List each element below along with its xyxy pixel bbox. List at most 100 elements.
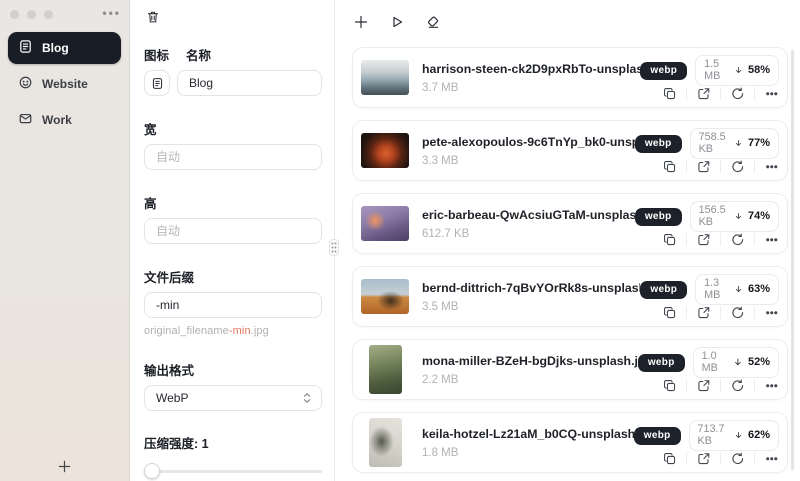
scrollbar[interactable]: [791, 50, 794, 470]
file-meta: bernd-dittrich-7qBvYOrRk8s-unsplash.jpg …: [422, 281, 640, 313]
sidebar-item-blog[interactable]: Blog: [8, 32, 121, 64]
divider: [720, 160, 721, 173]
thumbnail-slot: [360, 133, 410, 168]
sidebar-more-icon[interactable]: •••: [102, 6, 121, 20]
copy-button[interactable]: [662, 232, 677, 247]
divider: [720, 233, 721, 246]
copy-icon: [663, 233, 675, 245]
reduction-percent: 77%: [747, 137, 770, 149]
open-external-button[interactable]: [696, 232, 711, 247]
more-options-button[interactable]: [764, 86, 779, 101]
file-meta: pete-alexopoulos-9c6TnYp_bk0-unsplas... …: [422, 135, 635, 167]
copy-button[interactable]: [662, 159, 677, 174]
document-icon: [18, 39, 33, 57]
file-row[interactable]: harrison-steen-ck2D9pxRbTo-unsplash.jpg …: [352, 47, 788, 108]
down-arrow-icon: [735, 431, 741, 438]
more-options-button[interactable]: [764, 159, 779, 174]
output-format-select[interactable]: WebP: [144, 385, 322, 411]
open-external-button[interactable]: [696, 305, 711, 320]
result-size-pill: 1.0 MB 52%: [692, 347, 779, 378]
delete-preset-button[interactable]: [144, 8, 162, 26]
more-icon: [765, 456, 778, 461]
app-window: ••• Blog Website Work 图标 名称 Blog 宽 自动 高 …: [0, 0, 800, 481]
file-result: webp 713.7 KB 62%: [633, 419, 779, 466]
reduction-percent: 63%: [747, 283, 770, 295]
height-field[interactable]: [144, 218, 322, 244]
open-external-icon: [698, 160, 710, 172]
open-external-button[interactable]: [696, 378, 711, 393]
reprocess-button[interactable]: [730, 451, 745, 466]
file-original-size: 3.5 MB: [422, 300, 459, 313]
file-row[interactable]: mona-miller-BZeH-bgDjks-unsplash.jpg 2.2…: [352, 339, 788, 400]
slider-knob[interactable]: [144, 463, 160, 479]
badge-row: webp 713.7 KB 62%: [633, 420, 779, 451]
add-files-button[interactable]: [352, 13, 369, 30]
sidebar-nav: Blog Website Work: [8, 32, 121, 136]
open-external-button[interactable]: [696, 451, 711, 466]
divider: [754, 233, 755, 246]
file-original-size: 3.3 MB: [422, 154, 459, 167]
close-window-button[interactable]: [10, 10, 19, 19]
refresh-icon: [732, 379, 743, 391]
more-options-button[interactable]: [764, 232, 779, 247]
reprocess-button[interactable]: [730, 378, 745, 393]
format-badge: webp: [634, 207, 682, 226]
file-name: eric-barbeau-QwAcsiuGTaM-unsplash.jpg: [422, 207, 635, 222]
file-new-size: 156.5 KB: [698, 204, 726, 228]
file-row[interactable]: eric-barbeau-QwAcsiuGTaM-unsplash.jpg 61…: [352, 193, 788, 254]
divider: [720, 87, 721, 100]
copy-button[interactable]: [662, 305, 677, 320]
file-thumbnail: [361, 133, 409, 168]
down-arrow-icon: [736, 139, 742, 146]
plus-icon: [354, 15, 367, 28]
reprocess-button[interactable]: [730, 232, 745, 247]
slider-track: [144, 470, 322, 473]
suffix-field-label: 文件后缀: [144, 271, 195, 285]
thumbnail-slot: [360, 60, 410, 95]
file-result: webp 1.5 MB 58%: [640, 54, 779, 101]
sidebar-item-label: Work: [42, 113, 72, 127]
preset-icon-picker-button[interactable]: [144, 70, 170, 96]
width-field[interactable]: [144, 144, 322, 170]
copy-icon: [663, 306, 675, 318]
more-icon: [765, 164, 778, 169]
file-name: bernd-dittrich-7qBvYOrRk8s-unsplash.jpg: [422, 280, 640, 295]
refresh-icon: [732, 233, 743, 245]
run-compression-button[interactable]: [388, 13, 405, 30]
panel-resize-handle[interactable]: [329, 239, 339, 256]
minimize-window-button[interactable]: [27, 10, 36, 19]
copy-button[interactable]: [662, 86, 677, 101]
more-options-button[interactable]: [764, 378, 779, 393]
zoom-window-button[interactable]: [44, 10, 53, 19]
open-external-button[interactable]: [696, 86, 711, 101]
reduction-percent: 52%: [747, 356, 770, 368]
add-preset-button[interactable]: [54, 455, 76, 477]
reduction-percent: 62%: [747, 429, 770, 441]
sidebar-item-website[interactable]: Website: [8, 68, 121, 100]
suffix-preview: original_filename-min.jpg: [144, 325, 269, 337]
open-external-button[interactable]: [696, 159, 711, 174]
reprocess-button[interactable]: [730, 159, 745, 174]
refresh-icon: [732, 306, 743, 318]
copy-button[interactable]: [662, 378, 677, 393]
format-badge: webp: [640, 280, 688, 299]
more-options-button[interactable]: [764, 451, 779, 466]
more-icon: [765, 310, 778, 315]
file-row[interactable]: keila-hotzel-Lz21aM_b0CQ-unsplash.jpg 1.…: [352, 412, 788, 473]
clear-list-button[interactable]: [424, 13, 441, 30]
suffix-field[interactable]: [144, 292, 322, 318]
reprocess-button[interactable]: [730, 86, 745, 101]
divider: [754, 379, 755, 392]
refresh-icon: [732, 452, 743, 464]
thumbnail-slot: [360, 418, 410, 467]
file-row[interactable]: pete-alexopoulos-9c6TnYp_bk0-unsplas... …: [352, 120, 788, 181]
divider: [720, 379, 721, 392]
copy-button[interactable]: [662, 451, 677, 466]
reprocess-button[interactable]: [730, 305, 745, 320]
name-field[interactable]: [177, 70, 322, 96]
file-row[interactable]: bernd-dittrich-7qBvYOrRk8s-unsplash.jpg …: [352, 266, 788, 327]
file-meta: mona-miller-BZeH-bgDjks-unsplash.jpg 2.2…: [422, 354, 638, 386]
more-options-button[interactable]: [764, 305, 779, 320]
sidebar-item-work[interactable]: Work: [8, 104, 121, 136]
compression-slider[interactable]: [144, 463, 322, 479]
